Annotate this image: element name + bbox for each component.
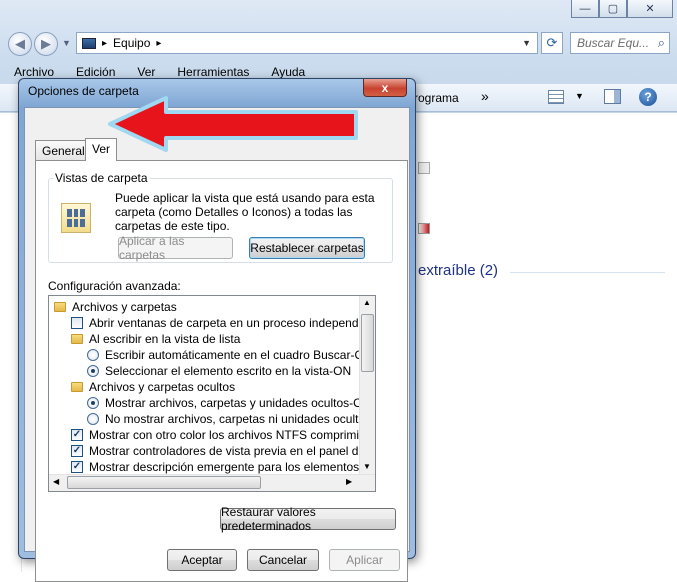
tree-row-label: Seleccionar el elemento escrito en la vi… (105, 364, 352, 378)
tab-ver[interactable]: Ver (85, 138, 118, 161)
address-bar[interactable]: ▸ Equipo ▸ ▼ (76, 32, 538, 54)
breadcrumb-separator-icon[interactable]: ▸ (156, 38, 161, 49)
cancel-button[interactable]: Cancelar (247, 549, 319, 571)
close-icon: x (381, 80, 389, 95)
breadcrumb-separator-icon[interactable]: ▸ (102, 38, 107, 49)
tree-row-label: Mostrar con otro color los archivos NTFS… (89, 428, 376, 442)
dialog-body: General Ver Vistas de carpeta Puede apli… (24, 107, 410, 582)
radio-unselected[interactable] (87, 349, 99, 361)
search-placeholder: Buscar Equ... (577, 36, 650, 50)
dialog-close-button[interactable]: x (363, 79, 407, 97)
tree-row: Archivos y carpetas ocultos (71, 379, 235, 395)
tab-general[interactable]: General (35, 140, 92, 160)
preview-pane-icon[interactable] (604, 89, 621, 104)
forward-arrow-icon: ▶ (41, 36, 51, 51)
tree-row-label: Mostrar controladores de vista previa en… (89, 444, 376, 458)
scroll-left-icon[interactable]: ◀ (53, 477, 59, 486)
tree-row[interactable]: Seleccionar el elemento escrito en la vi… (87, 363, 351, 379)
advanced-settings-label: Configuración avanzada: (48, 279, 181, 293)
search-icon[interactable]: ⌕ (658, 35, 665, 51)
refresh-button[interactable]: ⟳ (541, 32, 563, 54)
tree-row: Al escribir en la vista de lista (71, 331, 240, 347)
checkbox-checked[interactable]: ✓ (71, 445, 83, 457)
refresh-icon: ⟳ (546, 35, 558, 50)
folder-icon (54, 302, 66, 312)
view-options-icon[interactable] (548, 90, 564, 104)
computer-icon (82, 37, 96, 49)
tree-vertical-scrollbar[interactable]: ▲ ▼ (359, 296, 375, 474)
checkbox-checked[interactable]: ✓ (71, 429, 83, 441)
menu-edicion[interactable]: Edición (62, 65, 123, 79)
menu-herramientas[interactable]: Herramientas (163, 65, 257, 79)
search-input[interactable]: Buscar Equ... ⌕ (570, 32, 670, 54)
tree-row[interactable]: Escribir automáticamente en el cuadro Bu… (87, 347, 376, 363)
breadcrumb-equipo[interactable]: Equipo (113, 36, 150, 50)
address-dropdown-icon[interactable]: ▼ (522, 38, 531, 48)
tree-row: Archivos y carpetas (54, 299, 177, 315)
scroll-up-icon[interactable]: ▲ (363, 298, 371, 307)
folder-icon (71, 382, 83, 392)
forward-button[interactable]: ▶ (34, 32, 58, 56)
cmd-program-item[interactable]: rograma (414, 91, 459, 105)
tree-row-label: Al escribir en la vista de lista (89, 332, 241, 346)
tree-row-label: No mostrar archivos, carpetas ni unidade… (105, 412, 376, 426)
tree-row-label: Mostrar archivos, carpetas y unidades oc… (105, 396, 372, 410)
restore-defaults-button[interactable]: Restaurar valores predeterminados (220, 505, 396, 533)
tab-panel-ver: Vistas de carpeta Puede aplicar la vista… (35, 160, 408, 582)
view-dropdown-icon[interactable]: ▼ (575, 91, 584, 101)
ok-button[interactable]: Aceptar (167, 549, 237, 571)
tree-row[interactable]: No mostrar archivos, carpetas ni unidade… (87, 411, 376, 427)
tree-row-label: Escribir automáticamente en el cuadro Bu… (105, 348, 376, 362)
tree-row-label: Archivos y carpetas ocultos (89, 380, 236, 394)
tree-row[interactable]: ✓ Mostrar controladores de vista previa e… (71, 443, 376, 459)
red-arrow-annotation (108, 96, 358, 152)
horizontal-scroll-thumb[interactable] (67, 476, 261, 489)
apply-button[interactable]: Aplicar (329, 549, 400, 571)
menu-ver[interactable]: Ver (123, 65, 163, 79)
arrow-shape (108, 96, 358, 152)
cmd-more-chevron[interactable]: » (481, 88, 489, 104)
radio-selected[interactable] (87, 365, 99, 377)
tree-row[interactable]: Abrir ventanas de carpeta en un proceso … (71, 315, 376, 331)
radio-unselected[interactable] (87, 413, 99, 425)
vertical-scroll-thumb[interactable] (361, 314, 374, 372)
checkbox-checked[interactable]: ✓ (71, 461, 83, 473)
checkbox-unchecked[interactable] (71, 317, 83, 329)
tree-row[interactable]: Mostrar archivos, carpetas y unidades oc… (87, 395, 371, 411)
tree-row[interactable]: ✓ Mostrar descripción emergente para los … (71, 459, 376, 475)
drive-usage-icon (418, 223, 430, 234)
views-description: Puede aplicar la vista que está usando p… (115, 191, 375, 233)
recent-pages-chevron-icon[interactable]: ▼ (62, 38, 71, 48)
folder-views-icon (61, 203, 91, 233)
window-close-button[interactable]: ✕ (627, 0, 673, 18)
help-icon[interactable]: ? (639, 88, 657, 106)
scroll-down-icon[interactable]: ▼ (363, 462, 371, 471)
views-group-legend: Vistas de carpeta (53, 171, 150, 185)
minimize-button[interactable]: — (571, 0, 599, 18)
tree-row[interactable]: ✓ Mostrar con otro color los archivos NTF… (71, 427, 376, 443)
folder-icon (71, 334, 83, 344)
back-button[interactable]: ◀ (8, 32, 32, 56)
reset-folders-button[interactable]: Restablecer carpetas (249, 237, 365, 259)
maximize-button[interactable]: ▢ (599, 0, 627, 18)
tree-row-label: Archivos y carpetas (72, 300, 177, 314)
tree-horizontal-scrollbar[interactable]: ◀ ▶ (49, 474, 375, 491)
removable-storage-heading: extraíble (2) (418, 262, 499, 279)
back-arrow-icon: ◀ (15, 36, 25, 51)
drive-bar-icon (418, 162, 430, 174)
radio-selected[interactable] (87, 397, 99, 409)
group-divider (510, 272, 665, 273)
tree-row-label: Mostrar descripción emergente para los e… (89, 460, 376, 474)
scroll-right-icon[interactable]: ▶ (346, 477, 352, 486)
advanced-settings-tree[interactable]: Archivos y carpetas Abrir ventanas de car… (48, 295, 376, 492)
menu-ayuda[interactable]: Ayuda (257, 65, 313, 79)
tree-row-label: Abrir ventanas de carpeta en un proceso … (89, 316, 376, 330)
apply-to-folders-button[interactable]: Aplicar a las carpetas (118, 234, 233, 262)
menu-archivo[interactable]: Archivo (0, 65, 62, 79)
